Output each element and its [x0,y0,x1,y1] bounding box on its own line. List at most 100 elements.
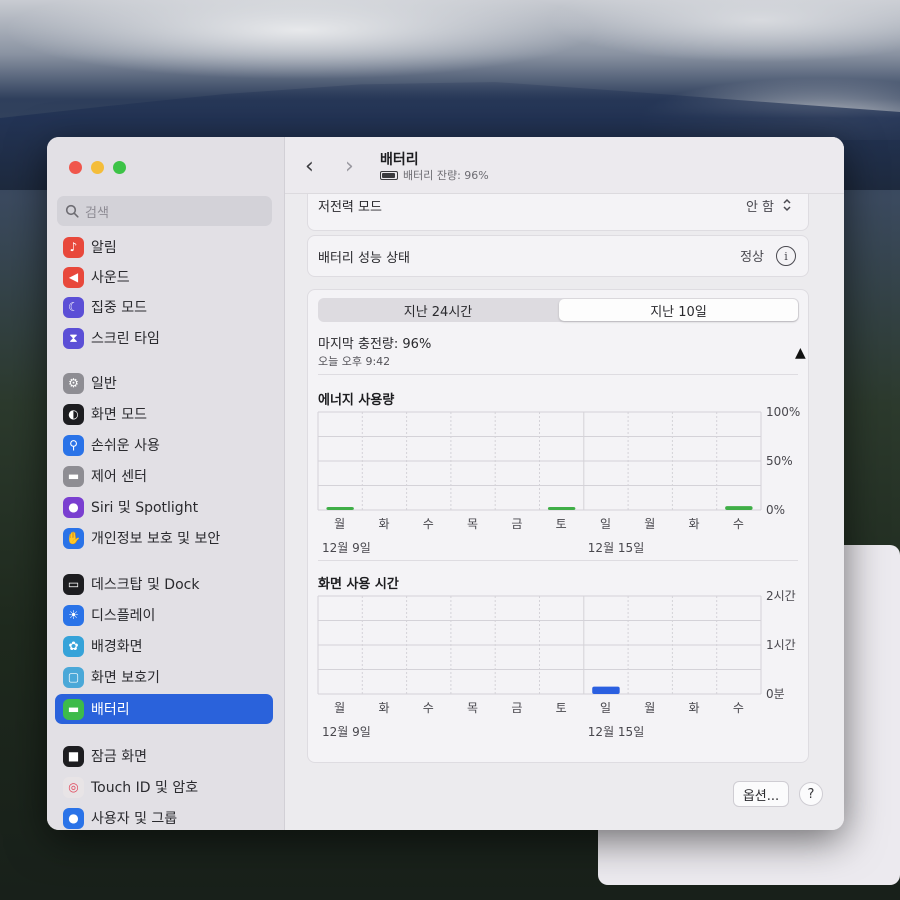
screen-y-tick-label: 2시간 [766,590,796,603]
screensaver-icon: ▢ [63,666,84,688]
tab-last-10-days[interactable]: 지난 10일 [559,299,798,321]
moon-icon: ☾ [63,296,84,318]
battery-level-text: 배터리 잔량: 96% [403,169,489,182]
tab-last-24-hours[interactable]: 지난 24시간 [318,298,558,322]
main-pane: ‹ › 배터리 배터리 잔량: 96% 저전력 모드 안 함 배터리 성능 상태… [285,137,844,830]
low-power-value[interactable]: 안 함 [746,196,774,215]
toggles-icon: ▬ [63,465,84,487]
divider [318,374,798,375]
energy-x-tick-label: 월 [334,517,345,531]
options-button[interactable]: 옵션... [733,781,789,807]
sidebar-item-label: 데스크탑 및 Dock [91,577,200,593]
settings-window: 검색 ♪ 알림 ◀ 사운드 ☾ 집중 모드 ⧗ 스크린 타임 ⚙ 일반 ◐ 화면 모드 ⚲ 손쉬운 사용 ▬… [47,137,844,830]
sidebar-item-label: 손쉬운 사용 [91,438,160,454]
search-field[interactable]: 검색 [57,196,272,226]
appearance-icon: ◐ [63,403,84,425]
screen-x-tick-label: 일 [600,701,611,715]
fingerprint-icon: ◎ [63,776,84,798]
sun-icon: ☀ [63,604,84,626]
search-placeholder: 검색 [85,205,109,221]
energy-bar[interactable] [326,507,354,510]
sidebar-item-hourglass[interactable]: ⧗ 스크린 타임 [55,323,273,353]
sidebar-item-gear[interactable]: ⚙ 일반 [55,368,273,398]
zoom-button[interactable] [113,161,126,174]
sidebar-item-label: Touch ID 및 암호 [91,780,199,796]
info-icon[interactable]: i [776,246,796,266]
hourglass-icon: ⧗ [63,327,84,349]
last-charge-time: 오늘 오후 9:42 [318,355,391,368]
bell-icon: ♪ [63,236,84,258]
sidebar-item-flower[interactable]: ✿ 배경화면 [55,631,273,661]
dock-icon: ▭ [63,573,84,595]
sidebar-item-speaker[interactable]: ◀ 사운드 [55,262,273,292]
speaker-icon: ◀ [63,266,84,288]
energy-bar[interactable] [725,506,753,510]
sidebar-item-toggles[interactable]: ▬ 제어 센터 [55,461,273,491]
screen-x-tick-label: 목 [467,701,478,715]
low-power-row: 저전력 모드 안 함 [307,194,809,231]
sidebar-item-label: Siri 및 Spotlight [91,500,199,516]
energy-bar[interactable] [547,507,576,510]
search-icon [65,204,79,218]
sidebar-item-siri[interactable]: ● Siri 및 Spotlight [55,492,273,522]
toolbar: ‹ › 배터리 배터리 잔량: 96% [285,137,844,194]
page-title: 배터리 [380,152,419,168]
sidebar-item-label: 사용자 및 그룹 [91,811,178,827]
sidebar-item-label: 일반 [91,376,117,392]
sidebar-item-fingerprint[interactable]: ◎ Touch ID 및 암호 [55,772,273,802]
energy-date-label: 12월 15일 [588,541,644,555]
screen-x-tick-label: 화 [689,701,700,715]
users-icon: ● [63,807,84,829]
screen-date-label: 12월 9일 [322,725,371,739]
updown-chevron-icon[interactable] [782,198,792,212]
sidebar-item-screensaver[interactable]: ▢ 화면 보호기 [55,662,273,692]
battery-level-icon [380,170,398,180]
sidebar-item-label: 스크린 타임 [91,331,160,347]
chevron-right-icon[interactable]: › [345,154,354,179]
sidebar-item-hand[interactable]: ✋ 개인정보 보호 및 보안 [55,523,273,553]
sidebar: 검색 ♪ 알림 ◀ 사운드 ☾ 집중 모드 ⧗ 스크린 타임 ⚙ 일반 ◐ 화면 모드 ⚲ 손쉬운 사용 ▬… [47,137,285,830]
divider [318,560,798,561]
sidebar-item-battery[interactable]: ▬ 배터리 [55,694,273,724]
page-subtitle: 배터리 잔량: 96% [380,167,489,183]
sidebar-item-bell[interactable]: ♪ 알림 [55,232,273,262]
sidebar-item-accessibility[interactable]: ⚲ 손쉬운 사용 [55,430,273,460]
siri-icon: ● [63,496,84,518]
energy-x-tick-label: 화 [378,517,389,531]
screen-x-tick-label: 토 [556,701,567,715]
energy-date-label: 12월 9일 [322,541,371,555]
sidebar-item-appearance[interactable]: ◐ 화면 모드 [55,399,273,429]
help-button[interactable]: ? [799,782,823,806]
energy-y-tick-label: 0% [766,503,785,517]
screen-y-tick-label: 1시간 [766,638,796,652]
sidebar-item-lock[interactable]: ■ 잠금 화면 [55,741,273,771]
sidebar-item-moon[interactable]: ☾ 집중 모드 [55,292,273,322]
energy-x-tick-label: 목 [467,517,478,531]
sidebar-item-label: 잠금 화면 [91,749,147,765]
sidebar-item-users[interactable]: ● 사용자 및 그룹 [55,803,273,830]
screen-date-label: 12월 15일 [588,725,644,739]
sidebar-item-label: 알림 [91,240,117,256]
screen-time-chart: 2시간 1시간 0분월 화 수 목 금 토 일 월 화 수 12월 9일 12월 15일 [317,590,796,739]
mouse-cursor-icon: ▲ [795,345,806,361]
sidebar-item-label: 배경화면 [91,639,143,655]
sidebar-item-label: 화면 보호기 [91,670,160,686]
accessibility-icon: ⚲ [63,434,84,456]
energy-x-tick-label: 일 [600,517,611,531]
minimize-button[interactable] [91,161,104,174]
flower-icon: ✿ [63,635,84,657]
close-button[interactable] [69,161,82,174]
sidebar-item-dock[interactable]: ▭ 데스크탑 및 Dock [55,569,273,599]
battery-icon: ▬ [63,698,84,720]
chevron-left-icon[interactable]: ‹ [305,154,314,179]
screen-x-tick-label: 수 [733,701,744,715]
screen-bar[interactable] [592,686,620,694]
sidebar-item-sun[interactable]: ☀ 디스플레이 [55,600,273,630]
sidebar-item-label: 배터리 [91,702,130,718]
screen-y-tick-label: 0분 [766,687,785,701]
sidebar-item-label: 사운드 [91,270,130,286]
energy-usage-chart: 100% 50% 0% 월 화 수 목 금 토 일 월 화 수 12월 9일 12월 15일 [317,406,800,555]
screen-x-tick-label: 수 [423,701,434,715]
screen-x-tick-label: 화 [378,701,389,715]
sidebar-item-label: 집중 모드 [91,300,147,316]
